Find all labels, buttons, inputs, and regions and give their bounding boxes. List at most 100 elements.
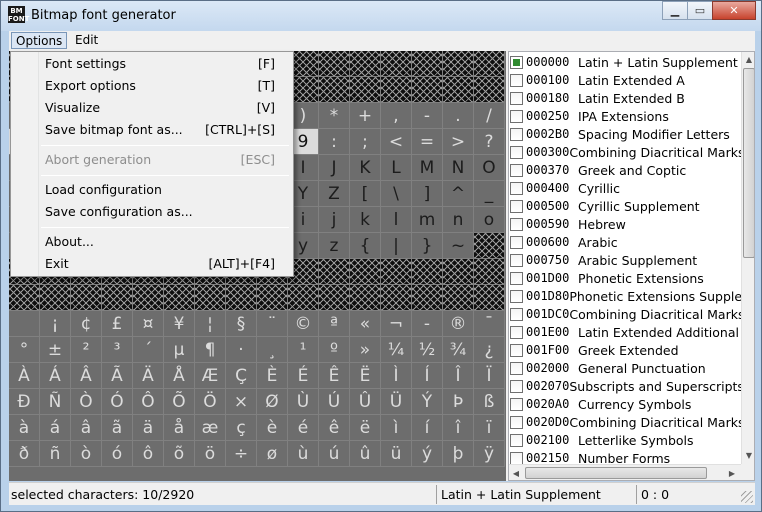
unavailable-char-cell[interactable] (443, 285, 474, 311)
char-cell[interactable]: Ó (102, 389, 133, 415)
char-cell[interactable]: ® (443, 311, 474, 337)
subset-checkbox[interactable] (510, 343, 523, 357)
char-cell[interactable]: å (164, 415, 195, 441)
menu-edit[interactable]: Edit (71, 32, 102, 49)
char-cell[interactable]: ¾ (443, 337, 474, 363)
char-cell[interactable]: à (9, 415, 40, 441)
char-cell[interactable]: ¤ (133, 311, 164, 337)
arrow-right-icon[interactable]: ▶ (725, 465, 739, 480)
char-cell[interactable]: ² (71, 337, 102, 363)
unavailable-char-cell[interactable] (195, 285, 226, 311)
menu-item-load-configuration[interactable]: Load configuration (13, 179, 291, 201)
char-cell[interactable]: ¿ (474, 337, 505, 363)
char-cell[interactable]: N (443, 155, 474, 181)
char-cell[interactable]: ü (381, 441, 412, 467)
subset-list-item[interactable]: 000180 Latin Extended B (509, 89, 741, 107)
char-cell[interactable]: µ (164, 337, 195, 363)
char-cell[interactable]: ¢ (71, 311, 102, 337)
char-cell[interactable]: ª (319, 311, 350, 337)
char-cell[interactable]: ¦ (195, 311, 226, 337)
unavailable-char-cell[interactable] (412, 51, 443, 77)
subset-list-item[interactable]: 002100 Letterlike Symbols (509, 431, 741, 449)
char-cell[interactable]: Â (71, 363, 102, 389)
subset-list-item[interactable]: 001D00 Phonetic Extensions (509, 269, 741, 287)
unavailable-char-cell[interactable] (133, 285, 164, 311)
unavailable-char-cell[interactable] (474, 233, 505, 259)
unavailable-char-cell[interactable] (350, 51, 381, 77)
menu-item-save-configuration[interactable]: Save configuration as... (13, 201, 291, 223)
unavailable-char-cell[interactable] (9, 285, 40, 311)
char-cell[interactable]: « (350, 311, 381, 337)
menu-item-font-settings[interactable]: Font settings [F] (13, 53, 291, 75)
char-cell[interactable]: ; (350, 129, 381, 155)
char-cell[interactable]: Z (319, 181, 350, 207)
char-cell[interactable]: ê (319, 415, 350, 441)
char-cell[interactable]: Ö (195, 389, 226, 415)
subset-list-item[interactable]: 000500 Cyrillic Supplement (509, 197, 741, 215)
unavailable-char-cell[interactable] (443, 259, 474, 285)
char-cell[interactable]: Þ (443, 389, 474, 415)
subset-list-item[interactable]: 000400 Cyrillic (509, 179, 741, 197)
char-cell[interactable]: ç (226, 415, 257, 441)
char-cell[interactable]: ö (195, 441, 226, 467)
subset-list-item[interactable]: 000000 Latin + Latin Supplement (509, 53, 741, 71)
char-cell[interactable]: º (319, 337, 350, 363)
char-cell[interactable]: = (412, 129, 443, 155)
char-cell[interactable]: ¯ (474, 311, 505, 337)
char-cell[interactable]: J (319, 155, 350, 181)
char-cell[interactable]: > (443, 129, 474, 155)
char-cell[interactable]: á (40, 415, 71, 441)
char-cell[interactable]: » (350, 337, 381, 363)
char-cell[interactable]: ä (133, 415, 164, 441)
char-cell[interactable]: Ú (319, 389, 350, 415)
horizontal-scrollbar[interactable]: ◀ ▶ (509, 464, 741, 480)
unavailable-char-cell[interactable] (412, 259, 443, 285)
char-cell[interactable]: { (350, 233, 381, 259)
subset-list-item[interactable]: 000750 Arabic Supplement (509, 251, 741, 269)
char-cell[interactable]: û (350, 441, 381, 467)
unavailable-char-cell[interactable] (474, 285, 505, 311)
menu-item-exit[interactable]: Exit [ALT]+[F4] (13, 253, 291, 275)
unavailable-char-cell[interactable] (381, 77, 412, 103)
subset-checkbox[interactable] (510, 307, 523, 321)
char-cell[interactable]: õ (164, 441, 195, 467)
arrow-left-icon[interactable]: ◀ (509, 465, 523, 480)
char-cell[interactable]: ß (474, 389, 505, 415)
subset-checkbox[interactable] (510, 109, 523, 123)
unavailable-char-cell[interactable] (381, 51, 412, 77)
subset-checkbox[interactable] (510, 217, 523, 231)
char-cell[interactable]: í (412, 415, 443, 441)
char-cell[interactable]: . (443, 103, 474, 129)
char-cell[interactable]: È (257, 363, 288, 389)
char-cell[interactable]: _ (474, 181, 505, 207)
subset-checkbox[interactable] (510, 127, 523, 141)
char-cell[interactable]: § (226, 311, 257, 337)
char-cell[interactable]: â (71, 415, 102, 441)
unavailable-char-cell[interactable] (164, 285, 195, 311)
char-cell[interactable]: ò (71, 441, 102, 467)
subset-checkbox[interactable] (510, 199, 523, 213)
char-cell[interactable]: × (226, 389, 257, 415)
unavailable-char-cell[interactable] (71, 285, 102, 311)
char-cell[interactable]: , (381, 103, 412, 129)
char-cell[interactable]: ù (288, 441, 319, 467)
subset-list-item[interactable]: 001D80 Phonetic Extensions Supple. (509, 287, 746, 305)
char-cell[interactable]: Ç (226, 363, 257, 389)
char-cell[interactable]: î (443, 415, 474, 441)
subset-checkbox[interactable] (510, 55, 523, 69)
arrow-up-icon[interactable]: ▲ (742, 52, 754, 66)
char-cell[interactable]: æ (195, 415, 226, 441)
char-cell[interactable]: é (288, 415, 319, 441)
subset-list-item[interactable]: 000300 Combining Diacritical Marks (509, 143, 744, 161)
horizontal-scroll-thumb[interactable] (525, 467, 707, 479)
char-cell[interactable]: ± (40, 337, 71, 363)
subset-list-item[interactable]: 002070 Subscripts and Superscripts (509, 377, 744, 395)
subset-checkbox[interactable] (510, 361, 523, 375)
subset-list[interactable]: 000000 Latin + Latin Supplement 000100 Lati… (508, 51, 755, 481)
char-cell[interactable]: © (288, 311, 319, 337)
char-cell[interactable]: ø (257, 441, 288, 467)
menu-item-save-bitmap-font[interactable]: Save bitmap font as... [CTRL]+[S] (13, 119, 291, 141)
unavailable-char-cell[interactable] (319, 259, 350, 285)
subset-checkbox[interactable] (510, 145, 523, 159)
char-cell[interactable]: ~ (443, 233, 474, 259)
